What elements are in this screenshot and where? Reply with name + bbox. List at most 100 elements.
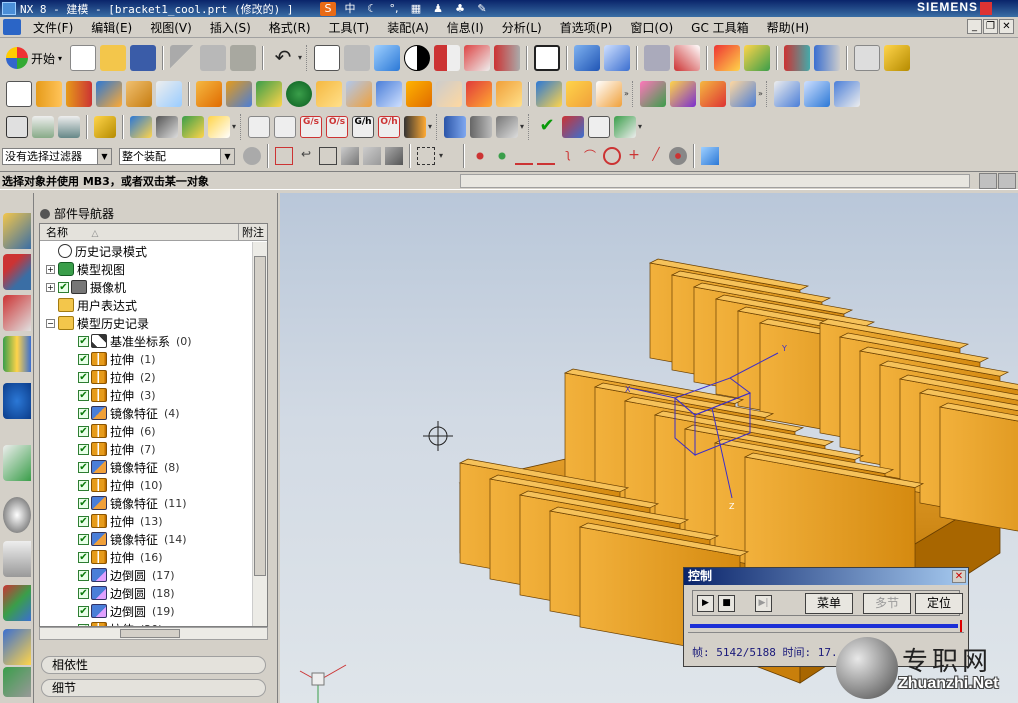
visibility-checkbox[interactable]: ✔ <box>78 515 89 527</box>
surface-icon[interactable] <box>774 81 800 107</box>
chevron-down-icon[interactable]: ▾ <box>439 147 457 165</box>
toolbar-overflow-icon[interactable]: ▾ <box>638 114 646 140</box>
shell-icon[interactable] <box>346 81 372 107</box>
tree-horizontal-scrollbar[interactable] <box>39 627 268 640</box>
sketch-icon[interactable] <box>6 81 32 107</box>
toolbar-overflow-icon[interactable]: » <box>758 81 766 107</box>
open-folder-icon[interactable] <box>100 45 127 71</box>
toolbar-grip[interactable] <box>240 114 243 140</box>
position-button[interactable]: 定位 <box>915 593 963 614</box>
gap-h-analysis-icon[interactable]: G/h <box>352 116 374 138</box>
toolbar-overflow-icon[interactable]: ▾ <box>520 114 528 140</box>
toolbar-grip[interactable] <box>766 81 769 107</box>
frame-slider[interactable] <box>688 620 964 633</box>
select-component-icon[interactable] <box>385 147 403 165</box>
roles-tab-icon[interactable] <box>3 629 31 665</box>
fit-view-icon[interactable] <box>314 45 341 71</box>
visibility-checkbox[interactable]: ✔ <box>78 371 89 383</box>
play-icon[interactable]: ▶ <box>697 594 714 612</box>
tree-row[interactable]: ✔ 镜像特征 (8) <box>40 458 253 476</box>
select-feature-icon[interactable] <box>363 147 381 165</box>
offset-face-icon[interactable] <box>466 81 492 107</box>
replace-face-icon[interactable] <box>670 81 696 107</box>
status-list-icon[interactable] <box>979 173 997 189</box>
tree-row[interactable]: ✔ 拉伸 (3) <box>40 386 253 404</box>
menu-assembly[interactable]: 装配(A) <box>378 19 438 36</box>
visibility-checkbox[interactable]: ✔ <box>78 335 89 347</box>
tree-row[interactable]: + 模型视图 <box>40 260 253 278</box>
edge-blend-tool-icon[interactable] <box>436 81 462 107</box>
close-icon[interactable]: ✕ <box>952 570 966 583</box>
mirror-feature-icon[interactable] <box>496 81 522 107</box>
snap-control-icon[interactable]: ʅ <box>559 147 577 165</box>
chevron-down-icon[interactable]: ▼ <box>220 148 234 164</box>
display-mode-icon[interactable] <box>404 45 431 71</box>
visibility-checkbox[interactable]: ✔ <box>78 407 89 419</box>
block-icon[interactable] <box>96 81 122 107</box>
scrollbar-thumb[interactable] <box>254 256 266 576</box>
shaded-view-icon[interactable] <box>374 45 401 71</box>
visibility-checkbox[interactable]: ✔ <box>78 479 89 491</box>
expand-icon[interactable]: + <box>46 264 55 274</box>
system-materials-tab-icon[interactable] <box>3 541 31 577</box>
process-studio-tab-icon[interactable] <box>3 585 31 621</box>
toolbar-overflow-icon[interactable]: ▾ <box>298 45 306 71</box>
tree-vertical-scrollbar[interactable] <box>252 242 267 626</box>
snap-existing-icon[interactable] <box>493 147 511 165</box>
visibility-checkbox[interactable]: ✔ <box>78 389 89 401</box>
expand-icon[interactable]: + <box>46 282 55 292</box>
tree-row[interactable]: ✔ 边倒圆 (17) <box>40 566 253 584</box>
tree-row[interactable]: ✔ 拉伸 (1) <box>40 350 253 368</box>
start-button[interactable]: 开始 ▾ <box>6 47 62 69</box>
system-scenes-tab-icon[interactable] <box>3 667 31 697</box>
chinese-mode-icon[interactable]: 中 <box>342 2 358 16</box>
pencil-icon[interactable] <box>884 45 911 71</box>
table-icon[interactable] <box>588 116 610 138</box>
assembly-navigator-tab-icon[interactable] <box>3 213 31 249</box>
stack-icon[interactable] <box>32 116 54 138</box>
toolbar-overflow-icon[interactable]: ▾ <box>428 114 436 140</box>
snap-center-icon[interactable] <box>603 147 621 165</box>
tree-row[interactable]: ✔ 拉伸 (2) <box>40 368 253 386</box>
render-style-icon[interactable] <box>464 45 491 71</box>
snap-intersection-icon[interactable]: ⌒ <box>581 147 599 165</box>
orient-view-icon[interactable] <box>574 45 601 71</box>
menu-edit[interactable]: 编辑(E) <box>82 19 141 36</box>
tree-row[interactable]: ✔ 拉伸 (7) <box>40 440 253 458</box>
snap-on-curve-icon[interactable]: ╱ <box>647 147 665 165</box>
snap-enable-icon[interactable] <box>471 147 489 165</box>
database-icon[interactable] <box>444 116 466 138</box>
toolbar-grip[interactable] <box>436 114 439 140</box>
column-header-name[interactable]: 名称 △ <box>40 224 239 240</box>
visibility-checkbox[interactable]: ✔ <box>78 461 89 473</box>
studio-surface-icon[interactable] <box>834 81 860 107</box>
tree-row[interactable]: ✔ 拉伸 (10) <box>40 476 253 494</box>
chevron-down-icon[interactable]: ▼ <box>97 148 111 164</box>
visibility-checkbox[interactable]: ✔ <box>78 425 89 437</box>
status-maximize-icon[interactable] <box>998 173 1016 189</box>
wcs-icon[interactable] <box>674 45 701 71</box>
tree-row[interactable]: + ✔ 摄像机 <box>40 278 253 296</box>
toolbar-grip[interactable] <box>632 81 635 107</box>
slider-handle[interactable] <box>960 620 962 632</box>
datum-plane-icon[interactable] <box>256 81 282 107</box>
curve-analysis-icon[interactable] <box>248 116 270 138</box>
menu-button[interactable]: 菜单 <box>805 593 853 614</box>
new-file-icon[interactable] <box>70 45 97 71</box>
toolbar-grip[interactable] <box>528 114 531 140</box>
paste-icon[interactable] <box>230 45 257 71</box>
menu-tools[interactable]: 工具(T) <box>320 19 379 36</box>
ime-toolbar[interactable]: S 中 ☾ °, ▦ ♟ ♣ ✎ <box>320 0 490 17</box>
draft-icon[interactable] <box>226 81 252 107</box>
rib-icon[interactable] <box>536 81 562 107</box>
visibility-checkbox[interactable]: ✔ <box>58 281 69 293</box>
visibility-checkbox[interactable]: ✔ <box>78 587 89 599</box>
visibility-checkbox[interactable]: ✔ <box>78 605 89 617</box>
menu-gc-toolbox[interactable]: GC 工具箱 <box>682 19 758 36</box>
expression-icon[interactable] <box>94 116 116 138</box>
punctuation-icon[interactable]: °, <box>386 2 402 16</box>
edit-feature-icon[interactable] <box>6 116 28 138</box>
tree-row[interactable]: ✔ 边倒圆 (19) <box>40 602 253 620</box>
ruler-icon[interactable] <box>854 45 881 71</box>
select-body-icon[interactable] <box>341 147 359 165</box>
